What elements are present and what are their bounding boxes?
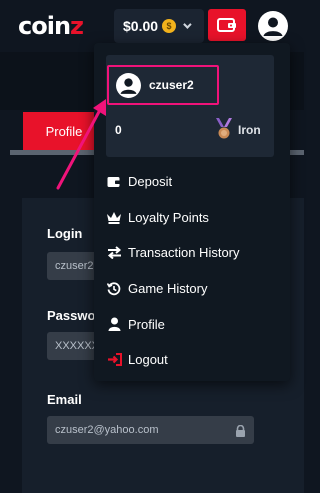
login-label: Login [47,226,83,241]
balance-dropdown-button[interactable]: $0.00 $ [114,9,204,43]
email-field[interactable]: czuser2@yahoo.com [47,416,254,444]
coinz-logo[interactable]: coinz [18,13,84,39]
menu-item-logout[interactable]: Logout [106,342,278,378]
logout-icon [106,352,122,368]
loyalty-points-count: 0 [115,123,122,137]
email-value: czuser2@yahoo.com [55,424,159,436]
menu-item-label: Logout [128,352,168,368]
menu-item-label: Deposit [128,174,173,190]
menu-item-deposit[interactable]: Deposit [106,164,278,200]
user-icon [106,316,122,332]
loyalty-tier: Iron [238,123,261,137]
username-chip[interactable]: czuser2 [107,65,219,105]
menu-item-transaction-history[interactable]: Transaction History [106,235,278,271]
user-icon [263,17,283,36]
chevron-down-icon [183,20,192,29]
crown-icon [106,209,122,225]
wallet-button[interactable] [208,9,246,41]
user-dropdown-menu: czuser2 0 Iron Deposit Loyalty Points Tr… [94,43,290,381]
menu-item-loyalty-points[interactable]: Loyalty Points [106,200,278,236]
tab-profile[interactable]: Profile [23,112,105,150]
user-summary-panel: czuser2 0 Iron [106,55,274,157]
avatar [116,72,141,98]
coin-icon: $ [162,19,177,33]
menu-item-label: Game History [128,281,208,297]
username: czuser2 [149,78,194,92]
wallet-icon [106,174,122,190]
email-label: Email [47,392,82,407]
menu-item-game-history[interactable]: Game History [106,271,278,307]
transfer-arrows-icon [106,245,122,261]
wallet-icon [217,18,236,32]
lock-icon [236,425,245,437]
history-clock-icon [106,281,122,297]
menu-item-label: Loyalty Points [128,209,209,225]
user-avatar-button[interactable] [258,11,288,41]
menu-item-label: Profile [128,316,165,332]
medal-icon [216,118,232,139]
menu-item-label: Transaction History [128,245,240,261]
menu-item-profile[interactable]: Profile [106,306,278,342]
balance-amount: $0.00 [123,18,159,34]
dropdown-menu-list: Deposit Loyalty Points Transaction Histo… [106,164,278,378]
user-icon [120,77,137,94]
